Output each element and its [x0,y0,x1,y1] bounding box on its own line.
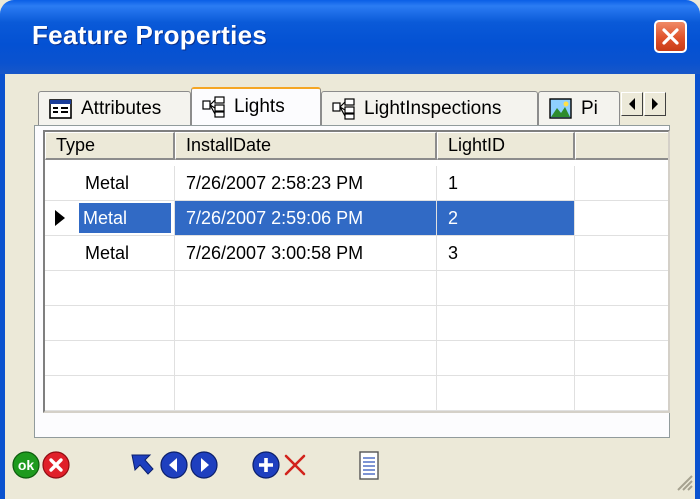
next-icon [190,451,218,479]
next-button[interactable] [190,451,218,479]
select-arrow-icon [131,454,154,475]
delete-icon [284,454,306,476]
cell-lightid: 3 [437,236,575,271]
empty-row [45,271,668,306]
document-icon [359,451,379,480]
ok-button[interactable]: ok [12,451,40,479]
add-icon [252,451,280,479]
cell-type: Metal [45,166,175,201]
current-row-indicator-icon [55,210,65,226]
delete-button[interactable] [282,451,308,479]
cell-installdate: 7/26/2007 2:58:23 PM [175,166,437,201]
related-records-grid[interactable]: Type InstallDate LightID Metal 7/26/2007… [43,130,670,413]
ok-icon: ok [12,451,40,479]
column-header-lightid[interactable]: LightID [437,132,575,160]
window-left-border [0,74,5,499]
report-button[interactable] [358,451,380,480]
tab-lightinspections-label: LightInspections [364,97,502,119]
column-header-type[interactable]: Type [45,132,175,160]
cell-type: Metal [45,236,175,271]
table-icon [49,98,72,119]
previous-button[interactable] [160,451,188,479]
empty-row [45,376,668,411]
resize-grip-icon[interactable] [672,470,694,492]
add-button[interactable] [252,451,280,479]
arrow-right-icon [652,98,658,110]
cell-installdate: 7/26/2007 3:00:58 PM [175,236,437,271]
tab-attributes[interactable]: Attributes [38,91,191,125]
cell-lightid: 1 [437,166,575,201]
close-button[interactable] [654,20,687,53]
cell-type: Metal [79,203,171,233]
relationship-icon [332,97,355,120]
cell-empty [575,201,668,236]
cell-empty [575,236,668,271]
tab-lights-label: Lights [234,96,285,117]
previous-icon [160,451,188,479]
tab-lightinspections[interactable]: LightInspections [321,91,538,125]
cell-lightid: 2 [437,201,575,236]
tab-pictures-label: Pi [581,97,598,119]
table-row-selected[interactable]: Metal 7/26/2007 2:59:06 PM 2 [45,201,668,236]
table-row[interactable]: Metal 7/26/2007 3:00:58 PM 3 [45,236,668,271]
cancel-button[interactable] [42,451,70,479]
feature-properties-window: Feature Properties Attributes Lights Lig… [0,0,700,499]
relationship-icon [202,96,225,118]
column-header-filler [575,132,668,160]
arrow-left-icon [629,98,635,110]
tab-scroll-right-button[interactable] [644,92,666,116]
table-row[interactable]: Metal 7/26/2007 2:58:23 PM 1 [45,166,668,201]
window-title: Feature Properties [32,20,268,50]
cell-empty [575,166,668,201]
column-header-installdate[interactable]: InstallDate [175,132,437,160]
tab-pictures[interactable]: Pi [538,91,620,125]
tab-lights[interactable]: Lights [191,87,321,125]
cell-installdate: 7/26/2007 2:59:06 PM [175,201,437,236]
title-bar[interactable]: Feature Properties [0,0,700,74]
empty-row [45,341,668,376]
cancel-icon [42,451,70,479]
close-icon [662,28,679,45]
picture-icon [549,97,572,119]
ok-label: ok [18,457,35,473]
row-selector-cell: Metal [45,201,175,236]
select-feature-button[interactable] [130,451,156,479]
tab-attributes-label: Attributes [81,97,162,119]
window-right-border [695,74,700,499]
tab-scroll-left-button[interactable] [621,92,643,116]
empty-row [45,306,668,341]
